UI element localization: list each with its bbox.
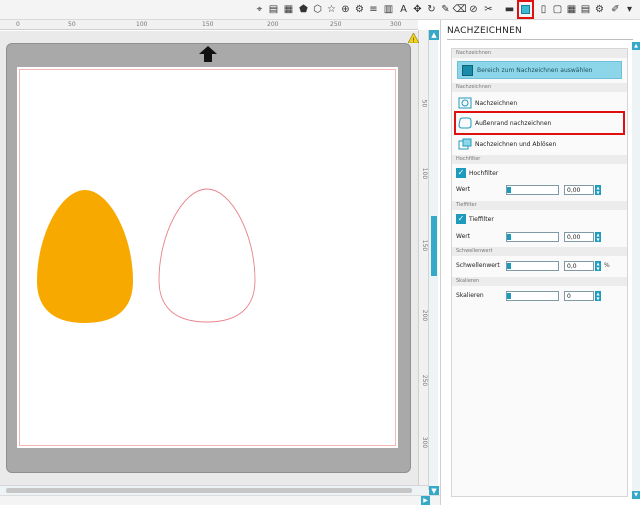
trace-panel-icon[interactable] (517, 0, 534, 19)
rotate-icon[interactable]: ↻ (424, 2, 439, 17)
trace-option-label: Außenrand nachzeichnen (475, 119, 552, 127)
select-trace-area-button[interactable]: Bereich zum Nachzeichnen auswählen (457, 61, 622, 79)
threshold-slider[interactable] (506, 261, 559, 271)
design-objects (37, 188, 256, 323)
cutter-icon[interactable]: ✂ (481, 2, 496, 17)
ruler-label: 50 (420, 99, 428, 108)
app-window: ⌖ ▤ ▦ ⬟ ⬡ ☆ ⊕ ⚙ ≡ ▥ A ✥ ↻ ✎ ⌫ ⊘ ✂ ▬ ▯ ▢ … (0, 0, 640, 505)
lowpass-value-label: Wert (456, 233, 471, 240)
vertical-ruler: 50 100 150 200 250 300 (418, 30, 428, 485)
eraser-icon[interactable]: ⌫ (452, 2, 467, 17)
threshold-value-row: Schwellenwert 0,0 ▲ ▼ % (456, 260, 626, 272)
trace-option-label: Nachzeichnen (475, 99, 518, 107)
checkbox-checked-icon[interactable]: ✓ (456, 214, 466, 224)
page-icon[interactable]: ▯ (536, 2, 551, 17)
section-header-trace-area: Nachzeichnen (452, 49, 627, 58)
select-trace-area-label: Bereich zum Nachzeichnen auswählen (477, 66, 593, 74)
settings-icon[interactable]: ⚙ (592, 2, 607, 17)
section-header-trace-options: Nachzeichnen (452, 83, 627, 92)
grid-view-icon[interactable]: ▦ (564, 2, 579, 17)
threshold-value-label: Schwellenwert (456, 262, 500, 269)
scroll-down-icon[interactable]: ▼ (632, 491, 640, 499)
scale-value-row: Skalieren 0 ▲ ▼ (456, 290, 626, 302)
trace-icon (458, 97, 472, 109)
section-header-highpass: Hochfilter (452, 155, 627, 164)
egg-traced-outline[interactable] (158, 188, 256, 323)
threshold-value-input[interactable]: 0,0 (564, 261, 594, 271)
scroll-up-icon[interactable]: ▲ (429, 30, 439, 40)
trace-detach-icon (458, 138, 472, 150)
canvas-horizontal-scrollbar[interactable] (0, 485, 428, 495)
section-header-scale: Skalieren (452, 277, 627, 286)
scroll-up-icon[interactable]: ▲ (632, 42, 640, 50)
store-icon[interactable]: ▬ (502, 2, 517, 17)
brush-icon[interactable]: ✐ (608, 2, 623, 17)
highpass-checkbox-label: Hochfilter (469, 169, 499, 177)
select-area-icon (462, 64, 473, 76)
lowpass-value-input[interactable]: 0,00 (564, 232, 594, 242)
stepper-icon[interactable]: ▲ ▼ (595, 232, 601, 242)
divider (447, 39, 633, 40)
slider-knob[interactable] (507, 293, 511, 299)
panel-title: NACHZEICHNEN (447, 26, 522, 36)
highpass-value-label: Wert (456, 186, 471, 193)
scale-value-input[interactable]: 0 (564, 291, 594, 301)
highpass-checkbox-row[interactable]: ✓ Hochfilter (456, 167, 498, 179)
section-header-lowpass: Tieffilter (452, 201, 627, 210)
slider-knob[interactable] (507, 187, 511, 193)
slider-knob[interactable] (507, 234, 511, 240)
section-header-threshold: Schwellenwert (452, 247, 627, 256)
canvas-vertical-scrollbar[interactable]: ▲ ▼ (428, 30, 439, 496)
threshold-unit: % (604, 262, 610, 269)
stepper-icon[interactable]: ▲ ▼ (595, 261, 601, 271)
scroll-thumb[interactable] (6, 488, 412, 493)
slider-knob[interactable] (507, 263, 511, 269)
lowpass-value-row: Wert 0,00 ▲ ▼ (456, 231, 626, 243)
lowpass-checkbox-row[interactable]: ✓ Tieffilter (456, 213, 494, 225)
dropdown-icon[interactable]: ▾ (622, 2, 637, 17)
panel-toggle-icon[interactable]: ▶ (421, 496, 430, 505)
outer-edge-icon (458, 117, 472, 129)
egg-filled-shape[interactable] (37, 190, 133, 323)
trace-panel-body: Nachzeichnen Bereich zum Nachzeichnen au… (451, 48, 628, 497)
trace-option-trace-detach[interactable]: Nachzeichnen und Ablösen (456, 135, 624, 153)
highpass-value-input[interactable]: 0,00 (564, 185, 594, 195)
page-setup-icon[interactable]: ▢ (550, 2, 565, 17)
trace-panel: NACHZEICHNEN Nachzeichnen Bereich zum Na… (440, 20, 640, 505)
stepper-icon[interactable]: ▲ ▼ (595, 185, 601, 195)
stepper-icon[interactable]: ▲ ▼ (595, 291, 601, 301)
trace-option-trace[interactable]: Nachzeichnen (456, 94, 624, 112)
trace-option-outer-edge[interactable]: Außenrand nachzeichnen (454, 111, 625, 135)
scroll-thumb[interactable] (431, 216, 437, 276)
scale-slider[interactable] (506, 291, 559, 301)
scale-value-label: Skalieren (456, 292, 484, 299)
highpass-slider[interactable] (506, 185, 559, 195)
library-icon[interactable]: ▤ (578, 2, 593, 17)
highpass-value-row: Wert 0,00 ▲ ▼ (456, 184, 626, 196)
lowpass-checkbox-label: Tieffilter (469, 215, 494, 223)
panel-scrollbar[interactable]: ▲ ▼ (632, 42, 640, 499)
knife-icon[interactable]: ⊘ (466, 2, 481, 17)
lowpass-slider[interactable] (506, 232, 559, 242)
checkbox-checked-icon[interactable]: ✓ (456, 168, 466, 178)
pen-icon[interactable]: ✎ (438, 2, 453, 17)
trace-option-label: Nachzeichnen und Ablösen (475, 140, 557, 148)
